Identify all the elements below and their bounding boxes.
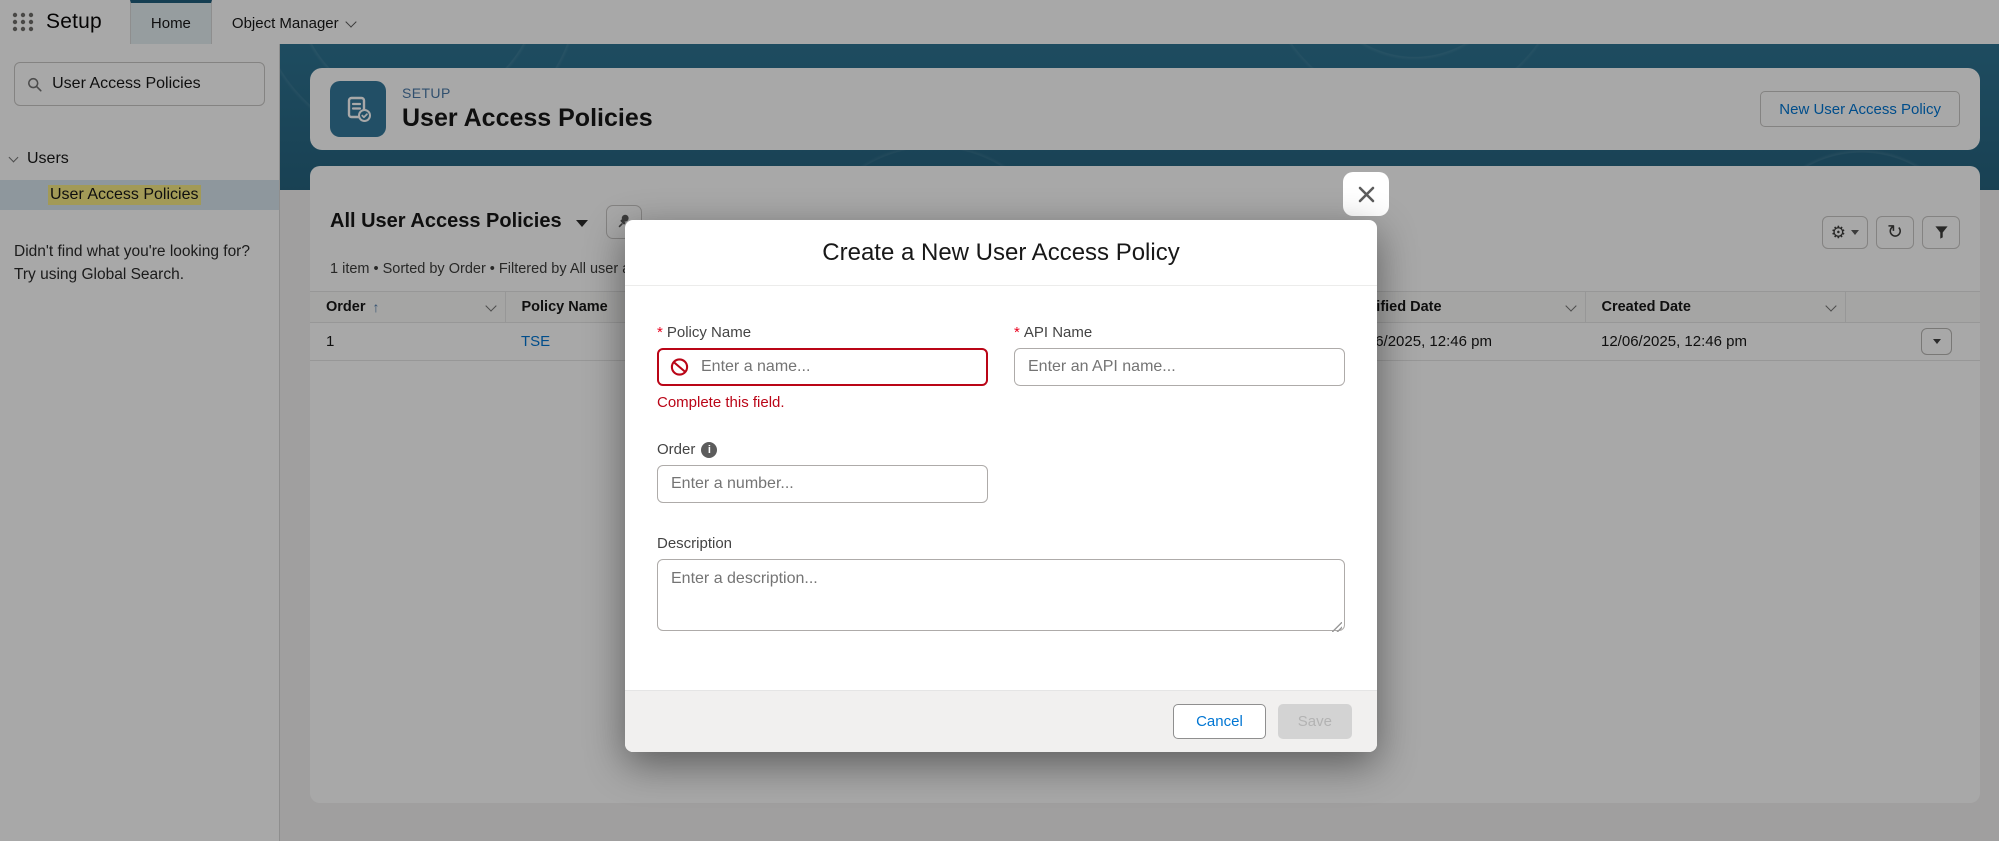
close-icon [1356,184,1377,205]
api-name-label-text: API Name [1024,324,1092,341]
api-name-input[interactable] [1014,348,1345,386]
save-button[interactable]: Save [1278,704,1352,739]
description-field-group: Description [657,535,1345,636]
description-label-text: Description [657,535,732,552]
modal-close-button[interactable] [1343,172,1389,216]
policy-name-input[interactable] [657,348,988,386]
info-icon[interactable]: i [701,442,717,458]
policy-name-field-group: * Policy Name Complete this field. [657,324,988,411]
description-textarea[interactable] [657,559,1345,631]
modal-footer: Cancel Save [625,690,1377,752]
modal-title: Create a New User Access Policy [822,239,1179,267]
modal-body: * Policy Name Complete this field. * API… [625,286,1377,690]
create-policy-modal: Create a New User Access Policy * Policy… [625,220,1377,752]
order-input[interactable] [657,465,988,503]
order-field-group: Order i [657,441,988,503]
policy-name-error: Complete this field. [657,394,988,411]
modal-header: Create a New User Access Policy [625,220,1377,286]
api-name-field-group: * API Name [1014,324,1345,411]
error-no-entry-icon [670,358,689,377]
cancel-button[interactable]: Cancel [1173,704,1266,739]
policy-name-label: * Policy Name [657,324,988,341]
required-asterisk: * [1014,324,1020,341]
description-label: Description [657,535,1345,552]
api-name-label: * API Name [1014,324,1345,341]
order-label-text: Order [657,441,695,458]
order-label: Order i [657,441,988,458]
policy-name-label-text: Policy Name [667,324,751,341]
required-asterisk: * [657,324,663,341]
